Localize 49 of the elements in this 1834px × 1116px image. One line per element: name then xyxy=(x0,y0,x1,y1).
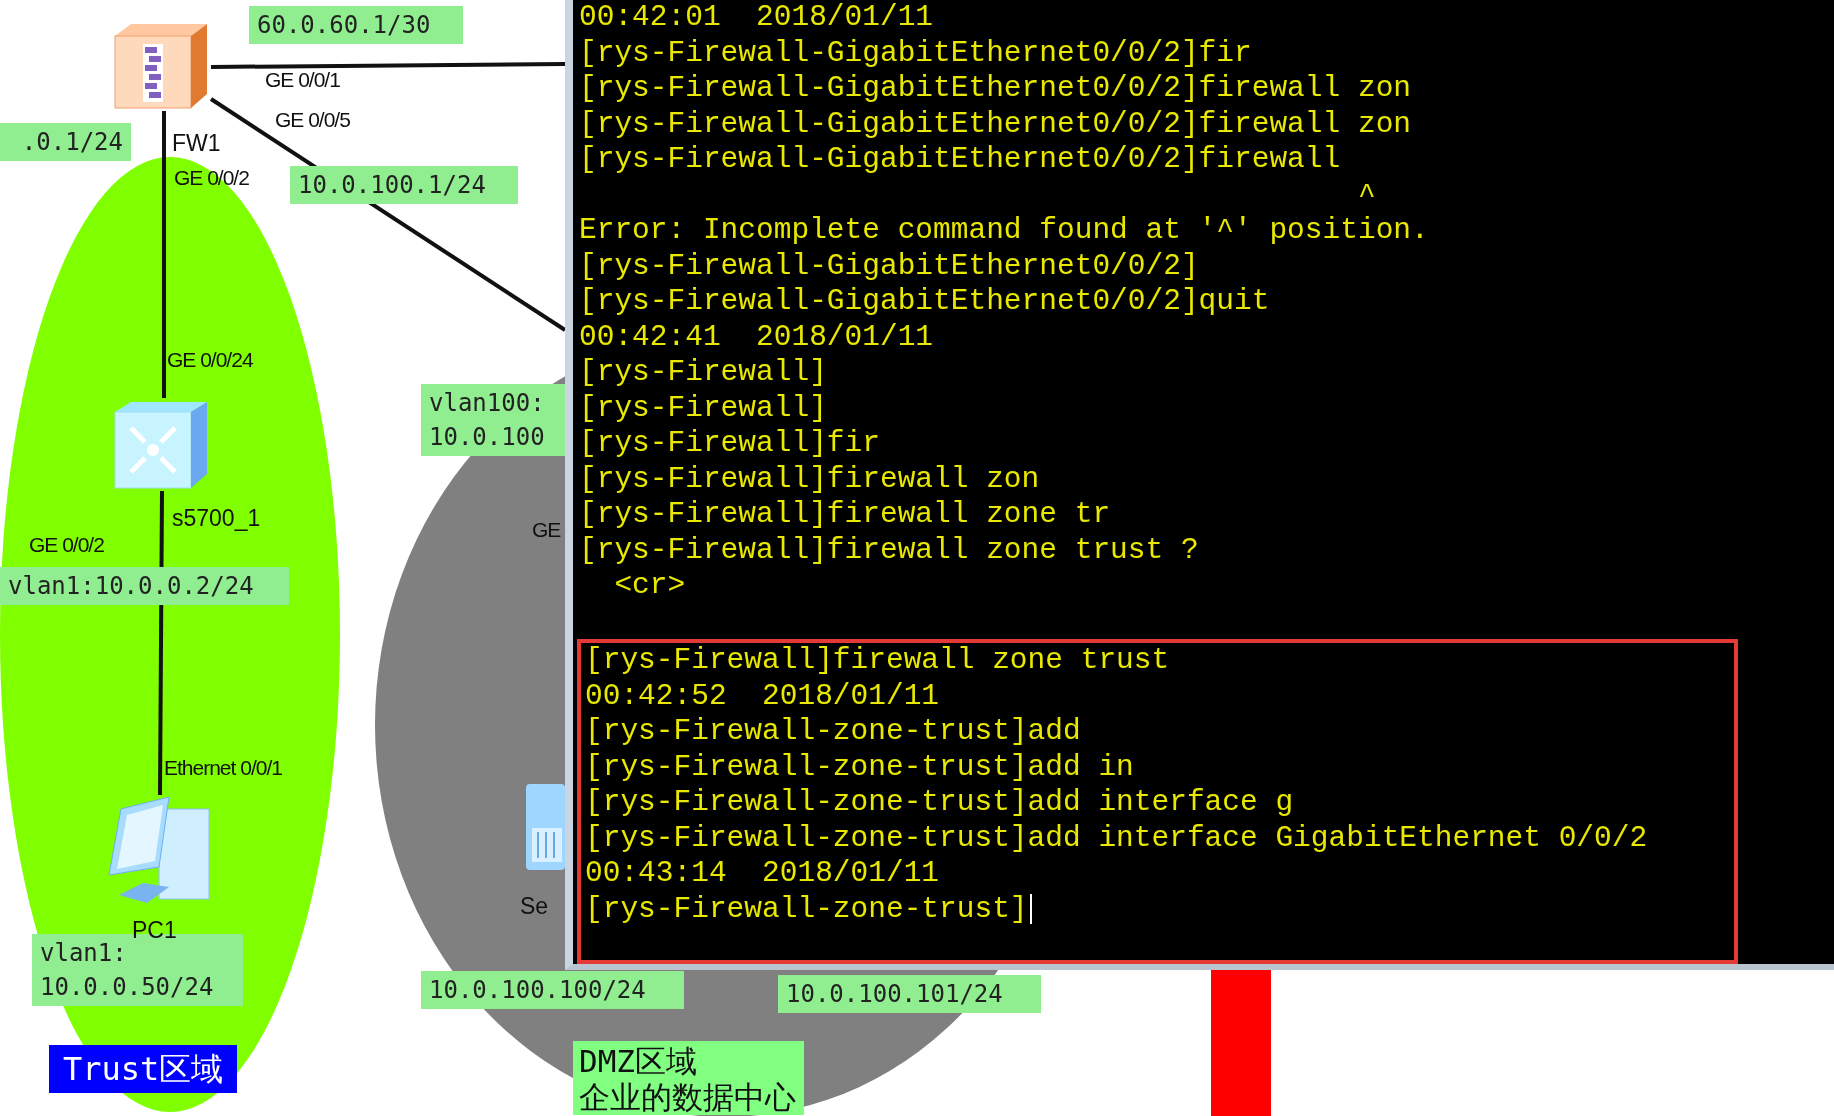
terminal-line: [rys-Firewall-GigabitEthernet0/0/2]firewall xyxy=(579,142,1342,178)
port-label: Ethernet 0/0/1 xyxy=(164,756,282,780)
terminal-line: [rys-Firewall]firewall zon xyxy=(579,461,1041,497)
address-label: vlan100: 10.0.100 xyxy=(421,384,565,456)
terminal-line: [rys-Firewall-GigabitEthernet0/0/2]firewall zon xyxy=(579,106,1413,142)
zone-label: Trust区域 xyxy=(63,1051,224,1087)
terminal-line: [rys-Firewall]firewall zone trust xyxy=(585,643,1171,679)
terminal-line: [rys-Firewall-GigabitEthernet0/0/2]fir xyxy=(579,35,1253,71)
port-label: GE 0/0/5 xyxy=(275,108,350,132)
zone-label: 企业的数据中心 xyxy=(579,1079,796,1115)
port-label: GE xyxy=(532,518,561,542)
terminal-line: [rys-Firewall]fir xyxy=(579,426,881,462)
address-label: .0.1/24 xyxy=(0,123,131,161)
terminal-line: [rys-Firewall-zone-trust]add interface g xyxy=(585,785,1295,821)
address-label: vlan1:10.0.0.2/24 xyxy=(0,567,289,605)
address-label: 10.0.100.100/24 xyxy=(421,971,684,1009)
terminal-line: [rys-Firewall]firewall zone trust ? xyxy=(579,532,1200,568)
firewall-icon xyxy=(114,24,207,109)
zone-label: DMZ区域 xyxy=(579,1043,698,1079)
terminal-line: 00:42:52 2018/01/11 xyxy=(585,678,941,714)
device-name: s5700_1 xyxy=(172,505,261,532)
port-label: GE 0/0/1 xyxy=(265,68,340,92)
terminal-line: <cr> xyxy=(613,568,687,604)
terminal-line: ^ xyxy=(1356,177,1377,213)
terminal-line: Error: Incomplete command found at '^' position. xyxy=(579,213,1430,249)
terminal-line: [rys-Firewall-zone-trust]add interface GigabitEthernet 0/0/2 xyxy=(585,820,1649,856)
switch-icon xyxy=(114,402,207,489)
terminal-line: 00:42:41 2018/01/11 xyxy=(579,319,935,355)
terminal-line: [rys-Firewall] xyxy=(579,390,828,426)
terminal-line: [rys-Firewall-GigabitEthernet0/0/2] xyxy=(579,248,1200,284)
terminal-line: 00:42:01 2018/01/11 xyxy=(579,0,935,36)
port-label: GE 0/0/24 xyxy=(167,348,253,372)
computer-icon xyxy=(108,796,210,903)
port-label: GE 0/0/2 xyxy=(29,533,104,557)
device-name: Se xyxy=(520,893,549,920)
terminal-line: [rys-Firewall-GigabitEthernet0/0/2]firewall zon xyxy=(579,71,1413,107)
terminal-line: [rys-Firewall]firewall zone tr xyxy=(579,497,1112,533)
terminal-line: [rys-Firewall-zone-trust]add xyxy=(585,714,1082,750)
address-label: 10.0.100.101/24 xyxy=(778,975,1041,1013)
device-name: FW1 xyxy=(172,130,221,157)
terminal-line: 00:43:14 2018/01/11 xyxy=(585,856,941,892)
address-label: 10.0.100.1/24 xyxy=(290,166,518,204)
terminal-line: [rys-Firewall-GigabitEthernet0/0/2]quit xyxy=(579,284,1271,320)
terminal-line: [rys-Firewall-zone-trust] xyxy=(585,891,1028,927)
terminal-line: [rys-Firewall-zone-trust]add in xyxy=(585,749,1135,785)
terminal-line: [rys-Firewall] xyxy=(579,355,828,391)
address-label: 60.0.60.1/30 xyxy=(249,6,463,44)
text-cursor xyxy=(1029,894,1032,925)
server-icon xyxy=(526,784,565,870)
